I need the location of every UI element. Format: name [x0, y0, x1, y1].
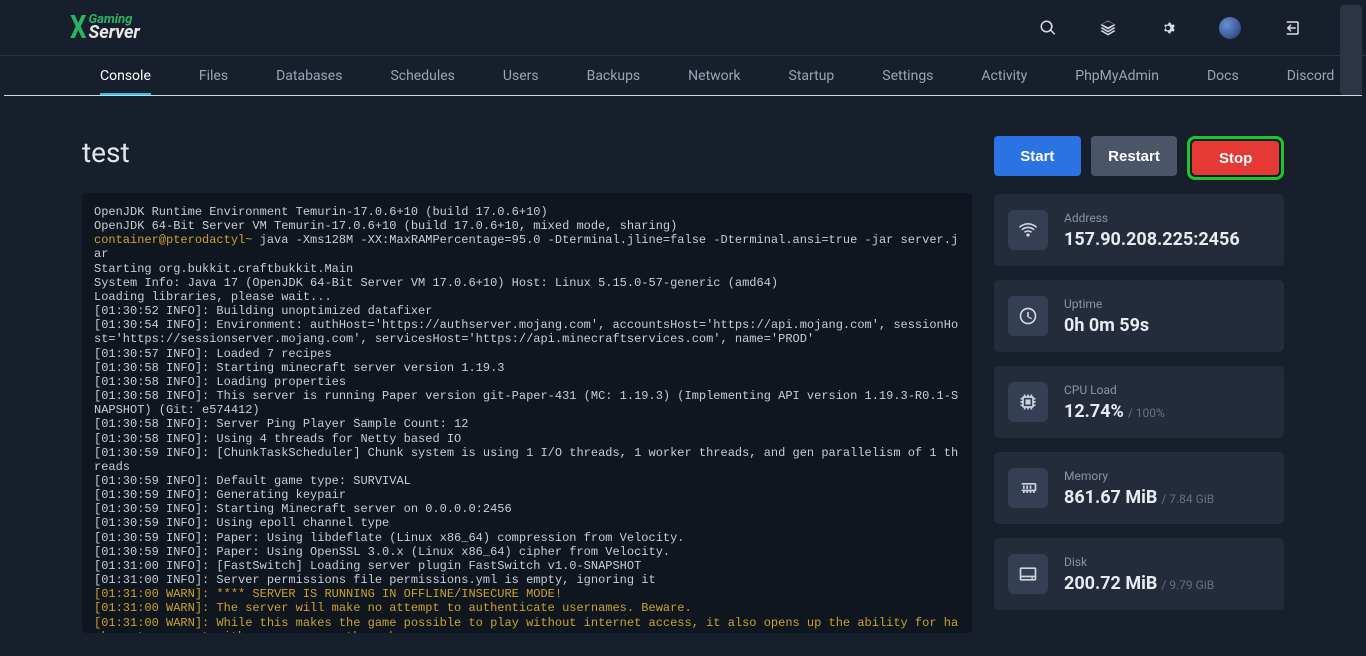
server-nav: Console Files Databases Schedules Users …	[0, 55, 1366, 95]
stat-memory-label: Memory	[1064, 469, 1270, 483]
stat-address-value: 157.90.208.225:2456	[1064, 229, 1270, 250]
console-line: [01:30:59 INFO]: Starting Minecraft serv…	[94, 502, 512, 516]
console-line: Starting org.bukkit.craftbukkit.Main	[94, 262, 353, 276]
console-line: [01:30:59 INFO]: [ChunkTaskScheduler] Ch…	[94, 446, 958, 474]
console-prompt: container@pterodactyl~	[94, 233, 252, 247]
console-line: OpenJDK Runtime Environment Temurin-17.0…	[94, 205, 548, 219]
console-line: OpenJDK 64-Bit Server VM Temurin-17.0.6+…	[94, 219, 677, 233]
brand-text-bottom: Server	[89, 24, 140, 42]
layers-icon[interactable]	[1099, 19, 1117, 37]
stat-address-label: Address	[1064, 211, 1270, 225]
stat-disk: Disk 200.72 MiB/ 9.79 GiB	[994, 538, 1284, 610]
stat-memory-value: 861.67 MiB/ 7.84 GiB	[1064, 487, 1270, 508]
console-line: [01:31:00 INFO]: Server permissions file…	[94, 573, 656, 587]
start-button[interactable]: Start	[994, 136, 1081, 176]
console-line: [01:30:54 INFO]: Environment: authHost='…	[94, 318, 958, 346]
nav-docs[interactable]: Docs	[1207, 58, 1239, 94]
nav-activity[interactable]: Activity	[981, 58, 1027, 94]
console-line: [01:30:58 INFO]: Server Ping Player Samp…	[94, 417, 468, 431]
console-line: [01:30:58 INFO]: This server is running …	[94, 389, 958, 417]
console-line: [01:30:52 INFO]: Building unoptimized da…	[94, 304, 432, 318]
console-line: System Info: Java 17 (OpenJDK 64-Bit Ser…	[94, 276, 778, 290]
console-line: Loading libraries, please wait...	[94, 290, 332, 304]
wifi-icon	[1018, 220, 1038, 240]
logo-mark-icon: X	[70, 9, 87, 47]
stat-cpu: CPU Load 12.74%/ 100%	[994, 366, 1284, 438]
stop-highlight: Stop	[1187, 136, 1284, 180]
console-line: [01:30:58 INFO]: Loading properties	[94, 375, 346, 389]
stat-cpu-value: 12.74%/ 100%	[1064, 401, 1270, 422]
console-output[interactable]: OpenJDK Runtime Environment Temurin-17.0…	[82, 193, 972, 633]
user-avatar[interactable]	[1219, 17, 1241, 39]
clock-icon	[1018, 306, 1038, 326]
nav-settings[interactable]: Settings	[882, 58, 933, 94]
console-warn: [01:31:00 WARN]: While this makes the ga…	[94, 616, 958, 633]
topbar: X Gaming Server	[0, 0, 1366, 55]
console-line: [01:30:59 INFO]: Paper: Using libdeflate…	[94, 531, 685, 545]
console-line: [01:31:00 INFO]: [FastSwitch] Loading se…	[94, 559, 641, 573]
nav-network[interactable]: Network	[688, 58, 740, 94]
stat-cpu-label: CPU Load	[1064, 383, 1270, 397]
console-line: [01:30:59 INFO]: Using epoll channel typ…	[94, 516, 389, 530]
nav-schedules[interactable]: Schedules	[390, 58, 454, 94]
console-line: [01:30:59 INFO]: Default game type: SURV…	[94, 474, 411, 488]
console-line: [01:30:58 INFO]: Starting minecraft serv…	[94, 361, 504, 375]
power-actions: Start Restart Stop	[994, 136, 1284, 180]
stat-disk-label: Disk	[1064, 555, 1270, 569]
disk-icon	[1018, 564, 1038, 584]
stop-button[interactable]: Stop	[1192, 141, 1279, 175]
restart-button[interactable]: Restart	[1091, 136, 1178, 176]
nav-discord[interactable]: Discord	[1287, 58, 1335, 94]
nav-backups[interactable]: Backups	[587, 58, 641, 94]
logout-icon[interactable]	[1283, 19, 1301, 37]
nav-startup[interactable]: Startup	[789, 58, 835, 94]
server-title: test	[82, 136, 972, 169]
page-scrollbar[interactable]	[1340, 5, 1362, 95]
nav-console[interactable]: Console	[100, 58, 151, 94]
topbar-actions	[1039, 17, 1301, 39]
stat-uptime: Uptime 0h 0m 59s	[994, 280, 1284, 352]
settings-icon[interactable]	[1159, 19, 1177, 37]
console-warn: [01:31:00 WARN]: The server will make no…	[94, 601, 692, 615]
console-line: [01:30:58 INFO]: Using 4 threads for Net…	[94, 432, 461, 446]
brand-logo[interactable]: X Gaming Server	[70, 13, 140, 43]
nav-users[interactable]: Users	[503, 58, 539, 94]
stat-address: Address 157.90.208.225:2456	[994, 194, 1284, 266]
cpu-icon	[1018, 392, 1038, 412]
console-line: [01:30:59 INFO]: Generating keypair	[94, 488, 346, 502]
stat-uptime-value: 0h 0m 59s	[1064, 315, 1270, 336]
console-line: [01:30:57 INFO]: Loaded 7 recipes	[94, 347, 332, 361]
stat-uptime-label: Uptime	[1064, 297, 1270, 311]
console-warn: [01:31:00 WARN]: **** SERVER IS RUNNING …	[94, 587, 562, 601]
nav-phpmyadmin[interactable]: PhpMyAdmin	[1075, 58, 1159, 94]
memory-icon	[1018, 478, 1038, 498]
stat-memory: Memory 861.67 MiB/ 7.84 GiB	[994, 452, 1284, 524]
nav-databases[interactable]: Databases	[276, 58, 342, 94]
stat-disk-value: 200.72 MiB/ 9.79 GiB	[1064, 573, 1270, 594]
search-icon[interactable]	[1039, 19, 1057, 37]
console-line: [01:30:59 INFO]: Paper: Using OpenSSL 3.…	[94, 545, 670, 559]
nav-files[interactable]: Files	[199, 58, 228, 94]
